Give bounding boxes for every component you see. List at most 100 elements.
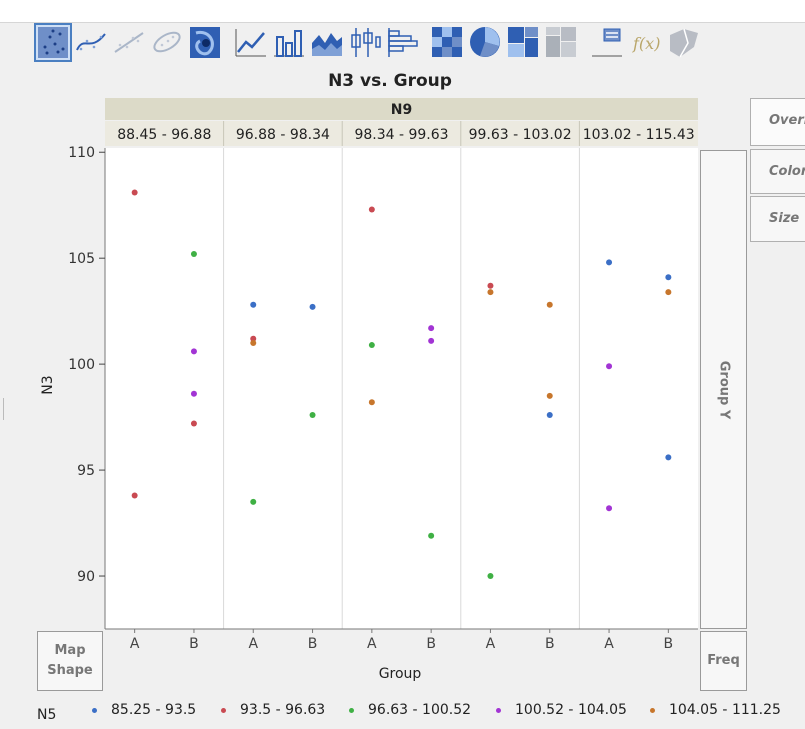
legend-label: 100.52 - 104.05: [515, 702, 627, 718]
histogram-icon[interactable]: [386, 25, 420, 60]
y-axis-label-zone[interactable]: N3: [33, 370, 63, 400]
panel-label: 99.63 - 103.02: [469, 127, 572, 143]
data-point: [546, 411, 553, 418]
pie-icon[interactable]: [468, 25, 502, 60]
plot-background: [105, 148, 698, 629]
window-top-bar: [0, 0, 805, 23]
data-point: [368, 399, 375, 406]
line-icon[interactable]: [234, 25, 268, 60]
panel-label: 88.45 - 96.88: [117, 127, 211, 143]
x-tick-label: A: [486, 636, 496, 652]
data-point: [131, 189, 138, 196]
x-tick-label: A: [130, 636, 140, 652]
data-point: [487, 282, 494, 289]
points-icon[interactable]: [34, 23, 72, 62]
x-tick-label: B: [189, 636, 199, 652]
legend-item[interactable]: 85.25 - 93.5: [92, 702, 196, 718]
freq-drop-zone[interactable]: Freq: [700, 631, 747, 691]
data-point: [665, 274, 672, 281]
data-point: [131, 492, 138, 499]
map-shapes-icon[interactable]: [666, 25, 700, 60]
group-y-label: Group Y: [716, 360, 732, 419]
panel-label: 103.02 - 115.43: [583, 127, 695, 143]
legend-item[interactable]: 93.5 - 96.63: [221, 702, 325, 718]
group-y-drop-zone[interactable]: Group Y: [700, 150, 747, 629]
svg-text:f(x): f(x): [632, 34, 660, 53]
data-point: [546, 301, 553, 308]
panel-splitter[interactable]: [0, 398, 4, 420]
legend-item[interactable]: 96.63 - 100.52: [349, 702, 471, 718]
legend-marker: [349, 707, 354, 713]
wrap-title: N9: [391, 102, 412, 118]
legend-marker: [92, 707, 97, 713]
color-drop-zone[interactable]: Color: [750, 149, 805, 194]
contour-icon[interactable]: [188, 25, 222, 60]
size-drop-zone[interactable]: Size: [750, 196, 805, 242]
legend-marker: [650, 707, 655, 713]
data-point: [250, 301, 257, 308]
data-point: [606, 363, 613, 370]
mosaic-icon[interactable]: [544, 25, 578, 60]
y-tick-label: 105: [68, 251, 95, 267]
legend-item[interactable]: 100.52 - 104.05: [496, 702, 627, 718]
x-tick-label: A: [367, 636, 377, 652]
panel-header-band: [105, 121, 698, 146]
x-tick-label: B: [308, 636, 318, 652]
data-point: [250, 498, 257, 505]
data-point: [428, 337, 435, 344]
y-tick-label: 100: [68, 357, 95, 373]
legend-label: 93.5 - 96.63: [240, 702, 326, 718]
legend-marker: [221, 707, 226, 713]
data-point: [606, 505, 613, 512]
ellipse-icon[interactable]: [150, 25, 184, 60]
x-tick-label: B: [545, 636, 555, 652]
map-shape-drop-zone[interactable]: Map Shape: [37, 631, 103, 691]
x-tick-label: A: [604, 636, 614, 652]
data-point: [428, 532, 435, 539]
bar-icon[interactable]: [272, 25, 306, 60]
legend-item[interactable]: 104.05 - 111.25: [650, 702, 781, 718]
data-point: [190, 250, 197, 257]
x-axis-label[interactable]: Group: [360, 666, 440, 682]
overlay-drop-zone[interactable]: Overlay: [750, 98, 805, 146]
data-point: [546, 392, 553, 399]
data-point: [487, 573, 494, 580]
data-point: [309, 303, 316, 310]
data-point: [665, 289, 672, 296]
y-axis-label: N3: [40, 375, 56, 395]
legend: N5 85.25 - 93.5 93.5 - 96.63 96.63 - 100.5…: [0, 700, 805, 724]
data-point: [368, 342, 375, 349]
data-point: [428, 325, 435, 332]
map-shape-label: Map Shape: [47, 643, 93, 678]
data-point: [606, 259, 613, 266]
panel-label: 98.34 - 99.63: [354, 127, 448, 143]
y-tick-label: 110: [68, 145, 95, 161]
treemap-icon[interactable]: [506, 25, 540, 60]
legend-label: 96.63 - 100.52: [368, 702, 472, 718]
line-of-fit-icon[interactable]: [112, 25, 146, 60]
panel-label: 96.88 - 98.34: [236, 127, 330, 143]
data-point: [190, 420, 197, 427]
chart-title: N3 vs. Group: [328, 71, 452, 91]
wrap-header-band: [105, 98, 698, 120]
data-point: [250, 335, 257, 342]
data-point: [309, 411, 316, 418]
data-point: [190, 348, 197, 355]
data-point: [250, 339, 257, 346]
x-tick-label: B: [426, 636, 436, 652]
legend-title: N5: [37, 707, 57, 723]
color-label: Color: [769, 164, 805, 179]
caption-box-icon[interactable]: [590, 25, 624, 60]
overlay-label: Overlay: [769, 113, 805, 128]
area-icon[interactable]: [310, 25, 344, 60]
smoother-icon[interactable]: [74, 25, 108, 60]
formula-icon[interactable]: f(x): [628, 25, 662, 60]
x-tick-label: B: [664, 636, 674, 652]
box-plot-icon[interactable]: [348, 25, 382, 60]
heatmap-icon[interactable]: [430, 25, 464, 60]
legend-label: 104.05 - 111.25: [669, 702, 781, 718]
legend-marker: [496, 707, 501, 713]
data-point: [368, 206, 375, 213]
y-tick-label: 95: [77, 463, 95, 479]
x-tick-label: A: [248, 636, 258, 652]
